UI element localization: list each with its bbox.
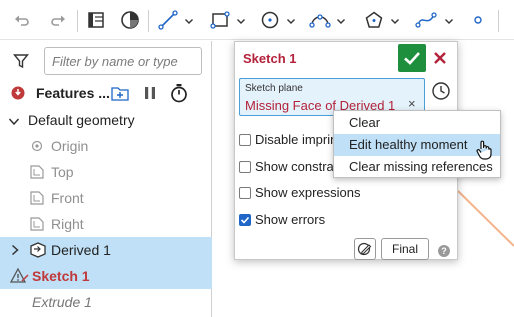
tree-item-right[interactable]: Right [0,211,212,237]
tree-item-label: Extrude 1 [32,294,92,310]
chevron-down-icon[interactable] [8,115,20,130]
checkmark-icon [240,216,250,224]
rectangle-icon[interactable] [208,6,232,34]
tree-item-label: Top [51,164,74,180]
tree-item-label: Front [51,190,84,206]
close-icon [434,52,446,64]
tree-item-label: Right [51,216,84,232]
tree-item-default-geometry[interactable]: Default geometry [0,107,212,133]
add-folder-icon[interactable] [110,84,130,105]
render-mode-icon[interactable] [118,6,142,34]
clear-selection-button[interactable]: × [408,96,416,111]
derived-part-icon [29,241,47,262]
spline-icon[interactable] [414,6,438,34]
features-title: Features ... [36,85,110,101]
filter-input[interactable] [44,47,202,75]
circle-icon[interactable] [258,6,282,34]
tree-item-derived-1[interactable]: Derived 1 [0,237,212,263]
line-dropdown-chevron-icon[interactable] [184,14,194,24]
show-expressions-label: Show expressions [255,185,361,200]
show-errors-label: Show errors [255,212,326,227]
hand-cursor-icon [476,140,492,163]
filter-icon[interactable] [13,53,29,72]
tree-item-sketch-1[interactable]: Sketch 1 [0,263,212,289]
tree-item-extrude-1[interactable]: Extrude 1 [0,289,212,315]
history-clock-icon[interactable] [431,81,451,104]
polygon-dropdown-chevron-icon[interactable] [390,14,400,24]
circle-dropdown-chevron-icon[interactable] [286,14,296,24]
point-icon[interactable] [468,6,488,34]
redo-icon[interactable] [46,6,70,34]
dialog-title: Sketch 1 [243,51,297,66]
toolbar-divider [498,10,499,32]
rectangle-dropdown-chevron-icon[interactable] [236,14,246,24]
cancel-button[interactable] [430,48,450,68]
toolbar-divider [77,10,78,32]
features-header: Features ... [0,81,212,107]
tree-item-label: Default geometry [28,112,135,128]
show-constraints-checkbox[interactable] [239,161,251,173]
help-icon[interactable]: ? [438,245,450,257]
accept-button[interactable] [398,44,426,72]
warning-sketch-icon [9,267,30,288]
checkmark-icon [404,52,420,65]
line-icon[interactable] [156,6,180,34]
plane-icon [29,216,45,235]
main-toolbar [0,0,514,40]
stopwatch-icon[interactable] [170,83,188,106]
plane-icon [29,164,45,183]
feature-list-panel: Features ... Default geometry Origin Top [0,41,212,317]
plane-icon [29,190,45,209]
error-indicator-icon [11,86,25,103]
show-errors-checkbox[interactable] [239,214,251,226]
show-expressions-checkbox[interactable] [239,187,251,199]
toolbar-divider [148,10,149,32]
tree-item-front[interactable]: Front [0,185,212,211]
pencil-icon [357,242,372,256]
undo-icon[interactable] [10,6,34,34]
tree-item-label: Sketch 1 [32,268,90,284]
chevron-right-icon[interactable] [10,244,20,259]
view-options-icon[interactable] [84,6,108,34]
tree-item-label: Derived 1 [51,242,111,258]
polygon-icon[interactable] [362,6,386,34]
spline-dropdown-chevron-icon[interactable] [444,14,454,24]
tree-item-label: Origin [51,138,89,154]
tree-item-origin[interactable]: Origin [0,133,212,159]
sketch-plane-label: Sketch plane [245,83,303,94]
pause-icon[interactable] [143,86,157,103]
origin-icon [31,140,43,155]
arc-dropdown-chevron-icon[interactable] [336,14,346,24]
disable-imprinting-checkbox[interactable] [239,134,251,146]
arc-icon[interactable] [308,6,332,34]
final-button[interactable]: Final [381,238,429,260]
sketch-tools-button[interactable] [354,238,376,260]
tree-item-top[interactable]: Top [0,159,212,185]
menu-item-clear[interactable]: Clear [334,112,500,134]
